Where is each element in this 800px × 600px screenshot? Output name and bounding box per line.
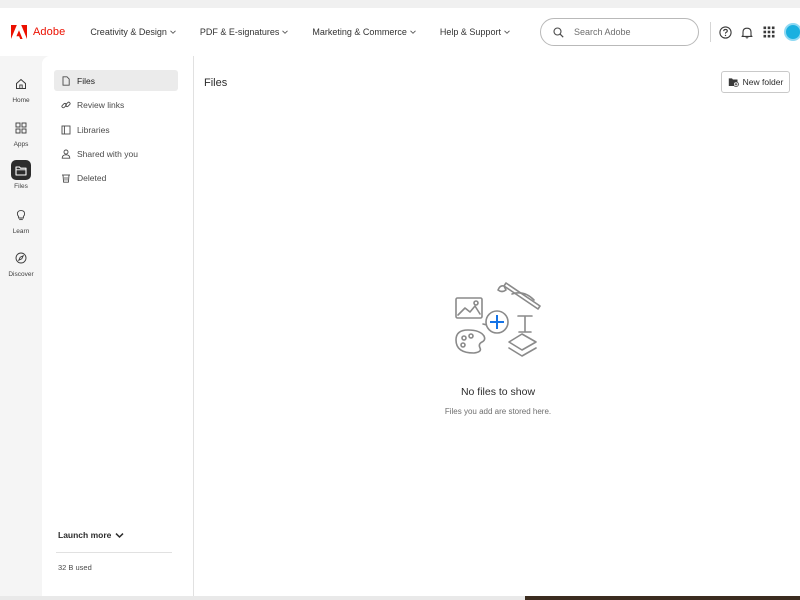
files-side-panel: Files Review links Libraries Shared with… [42,56,194,596]
adobe-logo[interactable]: Adobe [11,24,65,40]
rail-label: Discover [8,271,34,278]
app-switcher-icon[interactable] [761,24,777,40]
sidebar-item-shared[interactable]: Shared with you [54,143,178,164]
nav-label: Marketing & Commerce [312,27,407,37]
rail-label: Apps [13,141,29,148]
sidebar-item-label: Review links [77,99,125,110]
rail-label: Files [14,183,28,190]
new-folder-label: New folder [742,77,784,87]
lightbulb-icon [11,205,31,225]
chevron-down-icon [410,30,416,34]
nav-marketing-commerce[interactable]: Marketing & Commerce [312,27,416,37]
background-photo [525,596,800,600]
nav-label: Help & Support [439,27,501,37]
sidebar-item-label: Shared with you [77,148,138,159]
nav-pdf-esignatures[interactable]: PDF & E-signatures [200,27,289,37]
compass-icon [11,248,31,268]
new-folder-button[interactable]: New folder [721,71,790,93]
nav-label: PDF & E-signatures [199,27,280,37]
background-taskbar [0,596,800,600]
file-icon [62,75,70,86]
global-header: Adobe Creativity & Design PDF & E-signat… [0,8,800,56]
link-icon [61,101,71,108]
search-box[interactable] [540,18,699,46]
rail-item-learn[interactable]: Learn [0,205,42,235]
rail-label: Learn [12,228,30,235]
bell-icon[interactable] [739,24,755,40]
home-icon [11,74,31,94]
sidebar-item-files[interactable]: Files [54,70,178,91]
search-input[interactable] [574,27,684,37]
nav-creativity-design[interactable]: Creativity & Design [90,27,176,37]
adobe-logo-icon [11,25,27,39]
rail-item-apps[interactable]: Apps [0,118,42,148]
left-rail: Home Apps Files Learn Discover [0,56,42,596]
chevron-down-icon [115,532,124,538]
sidebar-item-label: Files [77,75,95,86]
rail-item-discover[interactable]: Discover [0,248,42,278]
launch-more-label: Launch more [58,530,112,540]
shared-icon [61,149,71,159]
divider [56,552,172,553]
chevron-down-icon [170,30,176,34]
chevron-down-icon [282,30,289,34]
rail-item-home[interactable]: Home [0,74,42,104]
files-main-area: Files New folder No files to show Files … [194,56,800,596]
sidebar-item-review-links[interactable]: Review links [54,94,178,115]
main-nav: Creativity & Design PDF & E-signatures M… [90,27,534,37]
sidebar-item-label: Libraries [77,124,110,135]
new-folder-icon [728,78,739,87]
storage-usage: 32 B used [58,563,92,572]
brand-name: Adobe [33,26,66,38]
window-top-strip [0,0,800,8]
apps-icon [11,118,31,138]
sidebar-item-libraries[interactable]: Libraries [54,119,178,140]
library-icon [61,125,71,134]
rail-label: Home [12,97,30,104]
empty-state-subtitle: Files you add are stored here. [444,407,552,416]
rail-item-files[interactable]: Files [0,160,42,190]
folder-icon [11,160,31,180]
search-icon [553,26,564,38]
chevron-down-icon [504,30,510,34]
help-icon[interactable] [717,24,733,40]
empty-state-title: No files to show [460,386,536,398]
launch-more-button[interactable]: Launch more [58,530,124,540]
nav-label: Creativity & Design [90,27,167,37]
nav-help-support[interactable]: Help & Support [440,27,510,37]
trash-icon [62,174,70,183]
avatar[interactable] [784,23,800,41]
empty-state-illustration [455,282,541,357]
sidebar-item-deleted[interactable]: Deleted [54,167,178,188]
header-divider [710,22,711,42]
page-title: Files [204,77,228,89]
sidebar-item-label: Deleted [77,172,107,183]
